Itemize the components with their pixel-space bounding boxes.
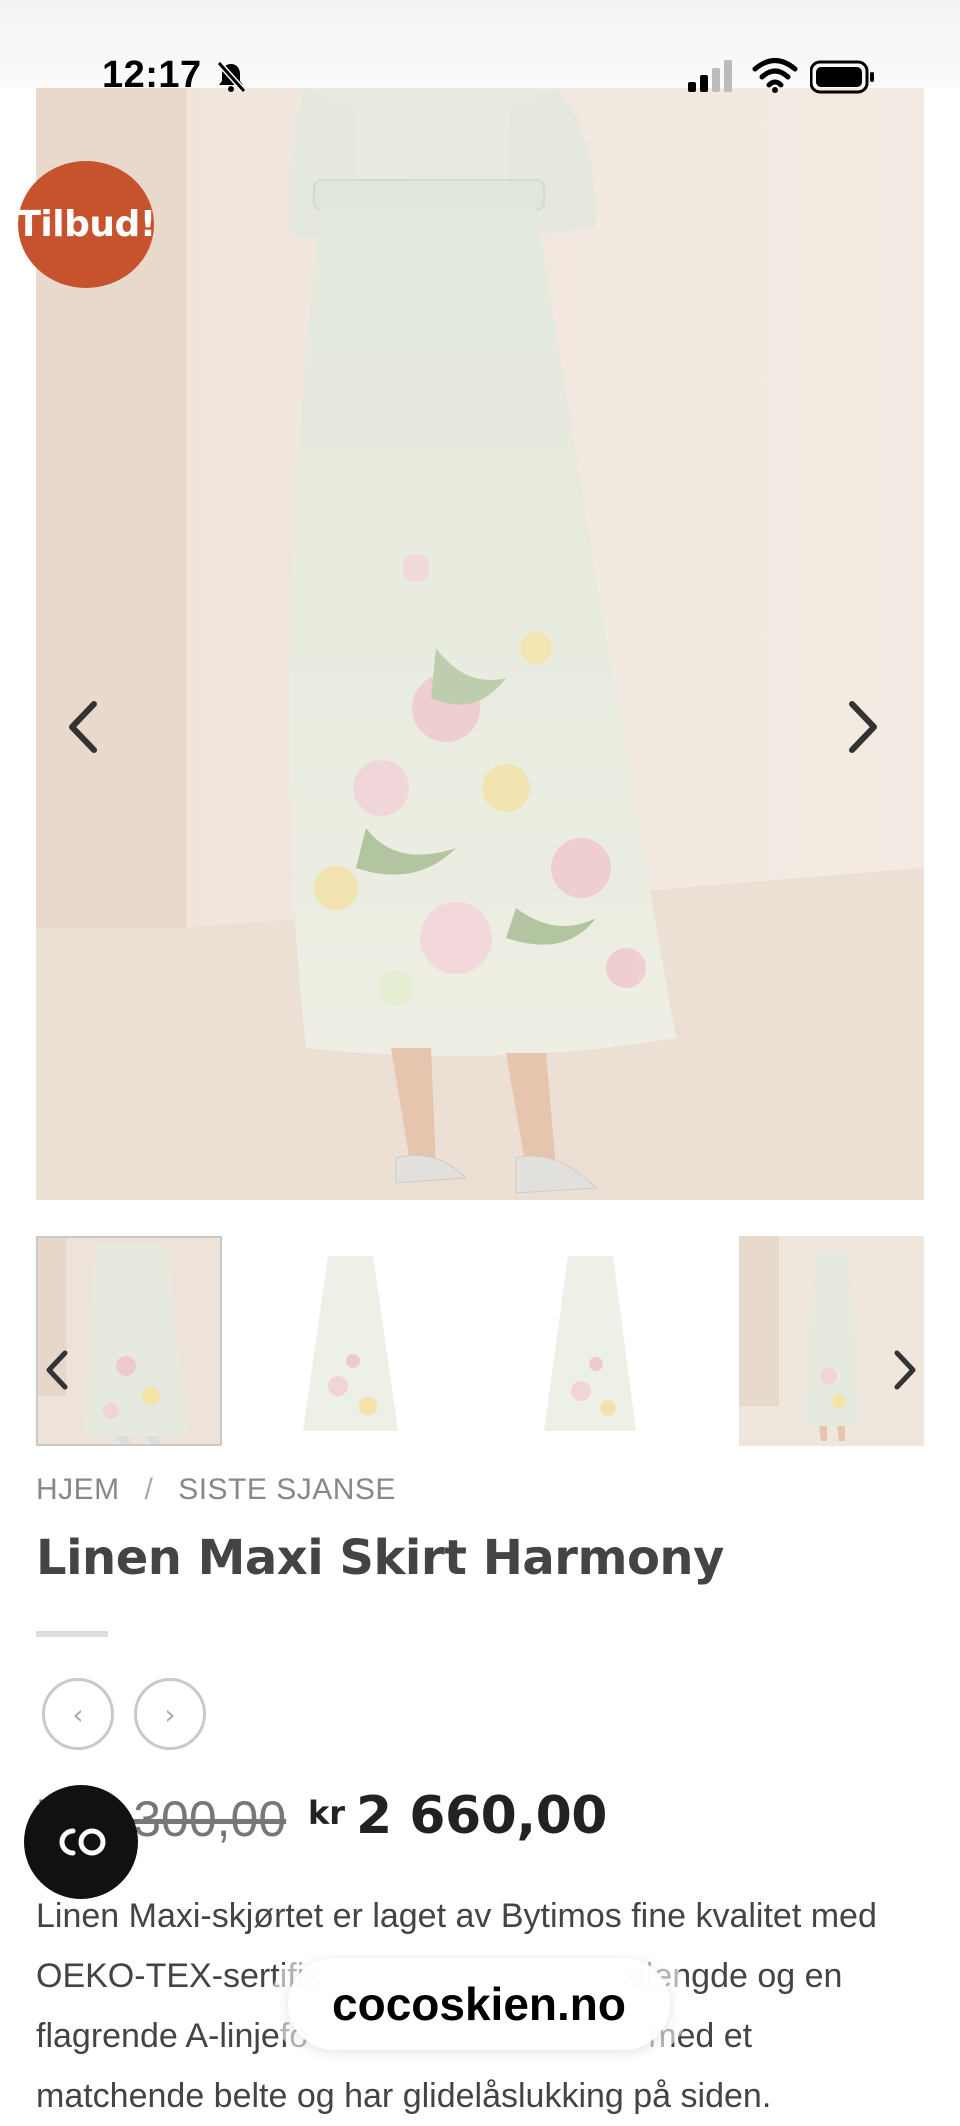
sale-badge: Tilbud!	[16, 161, 156, 288]
breadcrumb-category-link[interactable]: SISTE SJANSE	[178, 1473, 396, 1506]
chat-logo-icon	[59, 1828, 106, 1856]
thumbnail-4[interactable]	[739, 1236, 924, 1446]
currency-label: kr	[308, 1794, 346, 1832]
chevron-left-icon	[69, 701, 97, 753]
chevron-right-icon	[894, 1350, 916, 1390]
hero-prev-button[interactable]	[66, 700, 116, 766]
breadcrumb: HJEM / SISTE SJANSE	[36, 1473, 396, 1507]
battery-icon	[810, 60, 874, 94]
chevron-left-icon	[46, 1350, 68, 1390]
description-line: matchende belte og har glidelåslukking p…	[36, 2077, 772, 2115]
thumbnail-1[interactable]	[36, 1236, 222, 1446]
thumbnail-next-button[interactable]	[888, 1348, 922, 1392]
status-bar: 12:17	[0, 0, 960, 96]
next-product-button[interactable]: ›	[134, 1678, 206, 1750]
thumbnail-2[interactable]	[258, 1236, 444, 1446]
thumbnail-3[interactable]	[496, 1236, 682, 1446]
hero-next-button[interactable]	[846, 700, 896, 766]
product-image-main[interactable]	[36, 88, 924, 1200]
description-line: Linen Maxi-skjørtet er laget av Bytimos …	[36, 1897, 877, 1935]
chevron-right-icon: ›	[164, 1697, 176, 1731]
chevron-right-icon	[849, 701, 877, 753]
chat-button[interactable]	[24, 1785, 138, 1899]
product-title: Linen Maxi Skirt Harmony	[36, 1530, 724, 1586]
wifi-icon	[752, 58, 798, 93]
thumbnail-strip	[36, 1236, 924, 1446]
url-bar[interactable]: cocoskien.no	[288, 1958, 670, 2050]
product-photo	[36, 88, 924, 1200]
status-time: 12:17	[102, 54, 202, 96]
sale-price: 2 660,00	[356, 1786, 607, 1846]
bell-muted-icon	[216, 61, 247, 93]
chevron-left-icon: ‹	[72, 1697, 84, 1731]
breadcrumb-home-link[interactable]: HJEM	[36, 1473, 120, 1506]
title-divider	[36, 1631, 108, 1637]
signal-icon	[688, 60, 732, 92]
thumbnail-prev-button[interactable]	[40, 1348, 74, 1392]
prev-product-button[interactable]: ‹	[42, 1678, 114, 1750]
breadcrumb-separator: /	[144, 1473, 154, 1506]
